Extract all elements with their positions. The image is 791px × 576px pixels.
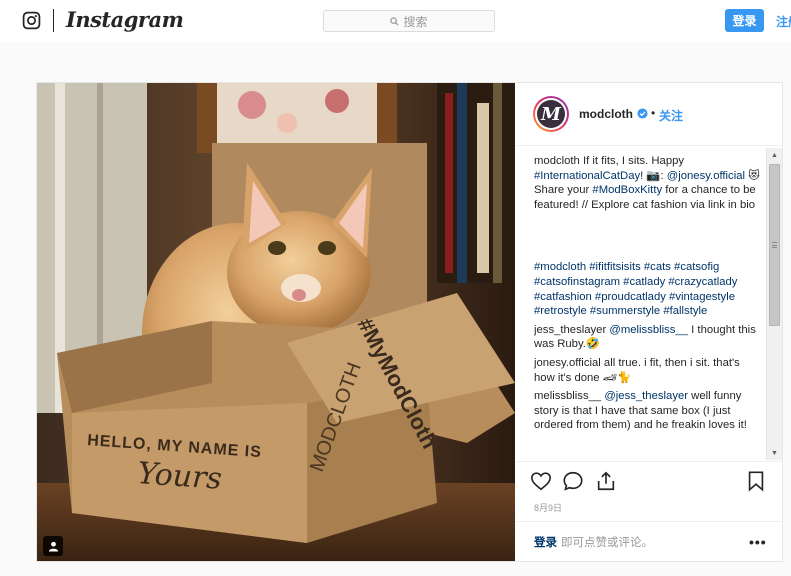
logo-divider <box>53 9 54 32</box>
hashtag-link[interactable]: #crazycatlady <box>668 276 737 288</box>
user-tag-icon <box>48 541 58 552</box>
user-tag-button[interactable] <box>43 536 63 556</box>
login-hint-text: 即可点赞或评论。 <box>561 537 653 549</box>
search-icon <box>390 16 400 26</box>
post-date[interactable]: 8月9日 <box>534 501 562 514</box>
share-icon[interactable] <box>595 470 617 492</box>
signup-link[interactable]: 注册 <box>776 13 791 30</box>
scroll-thumb[interactable] <box>769 164 780 326</box>
hashtag-link[interactable]: #proudcatlady <box>595 291 666 303</box>
login-button[interactable]: 登录 <box>725 9 764 32</box>
login-link[interactable]: 登录 <box>534 534 557 550</box>
caption-hashtags: #modcloth #ifitfitsisits #cats #catsofig… <box>534 260 762 318</box>
bookmark-icon[interactable] <box>745 470 767 492</box>
post-photo[interactable]: HELLO, MY NAME IS Yours #MyModCloth MODC… <box>37 83 515 561</box>
more-options-icon[interactable]: ••• <box>749 534 767 550</box>
hashtag-link[interactable]: #fallstyle <box>663 305 707 317</box>
hashtag-link[interactable]: #catfashion <box>534 291 592 303</box>
hashtag-link[interactable]: #catsofinstagram <box>534 276 620 288</box>
heart-icon[interactable] <box>530 470 552 492</box>
scroll-up-arrow[interactable]: ▲ <box>767 148 782 162</box>
avatar[interactable]: M <box>533 96 569 132</box>
post-sidebar: M modcloth • 关注 modcloth If it fits, I s… <box>516 83 783 561</box>
comment-username[interactable]: modcloth <box>534 155 580 167</box>
camera-icon[interactable] <box>22 11 41 30</box>
post-header: M modcloth • 关注 <box>516 83 783 146</box>
hashtag-link[interactable]: #catsofig <box>674 261 719 273</box>
hashtag-link[interactable]: #ModBoxKitty <box>592 184 662 196</box>
comment-username[interactable]: melissbliss__ <box>534 390 601 402</box>
comment-text: If it fits, I sits. Happy <box>582 155 685 167</box>
comment-icon[interactable] <box>562 470 584 492</box>
comment-username[interactable]: jonesy.official <box>534 357 601 369</box>
post-actions <box>516 461 783 501</box>
hashtag-link[interactable]: #retrostyle <box>534 305 587 317</box>
box-text-yours: Yours <box>136 456 223 497</box>
hashtag-link[interactable]: #ifitfitsisits <box>589 261 640 273</box>
comment-username[interactable]: jess_theslayer <box>534 324 606 336</box>
mention-link[interactable]: @melissbliss__ <box>609 324 688 336</box>
comment-item: jonesy.official all true. i fit, then i … <box>534 356 762 385</box>
verified-icon <box>637 108 648 119</box>
avatar-letter: M <box>537 100 565 128</box>
hashtag-link[interactable]: #summerstyle <box>590 305 660 317</box>
caption: modcloth If it fits, I sits. Happy #Inte… <box>534 154 762 212</box>
mention-link[interactable]: @jonesy.official <box>667 170 745 182</box>
instagram-logo[interactable]: Instagram <box>66 7 184 32</box>
hashtag-link[interactable]: #InternationalCatDay <box>534 170 640 182</box>
comment-list: modcloth If it fits, I sits. Happy #Inte… <box>534 154 762 457</box>
hashtag-link[interactable]: #modcloth <box>534 261 586 273</box>
comment-text: ! 📷: <box>640 169 667 182</box>
top-navigation-bar: Instagram 搜索 登录 注册 <box>0 0 791 42</box>
hashtag-link[interactable]: #cats <box>644 261 671 273</box>
scroll-down-arrow[interactable]: ▼ <box>767 446 782 460</box>
comments-scrollbar[interactable]: ▲ ▼ <box>766 148 782 460</box>
hashtag-link[interactable]: #catlady <box>623 276 665 288</box>
login-prompt: 登录 即可点赞或评论。 ••• <box>516 521 783 561</box>
cat-in-box-image: HELLO, MY NAME IS Yours #MyModCloth MODC… <box>37 83 515 561</box>
hashtag-link[interactable]: #vintagestyle <box>669 291 735 303</box>
comment-item: jess_theslayer @melissbliss__ I thought … <box>534 323 762 352</box>
post-card: HELLO, MY NAME IS Yours #MyModCloth MODC… <box>36 82 783 562</box>
search-input[interactable]: 搜索 <box>323 10 495 32</box>
search-placeholder: 搜索 <box>403 14 428 29</box>
author-username[interactable]: modcloth <box>579 107 633 121</box>
mention-link[interactable]: @jess_theslayer <box>604 390 688 402</box>
header-separator: • <box>651 106 656 120</box>
comment-item: melissbliss__ @jess_theslayer well funny… <box>534 389 762 433</box>
follow-button[interactable]: 关注 <box>659 107 683 124</box>
